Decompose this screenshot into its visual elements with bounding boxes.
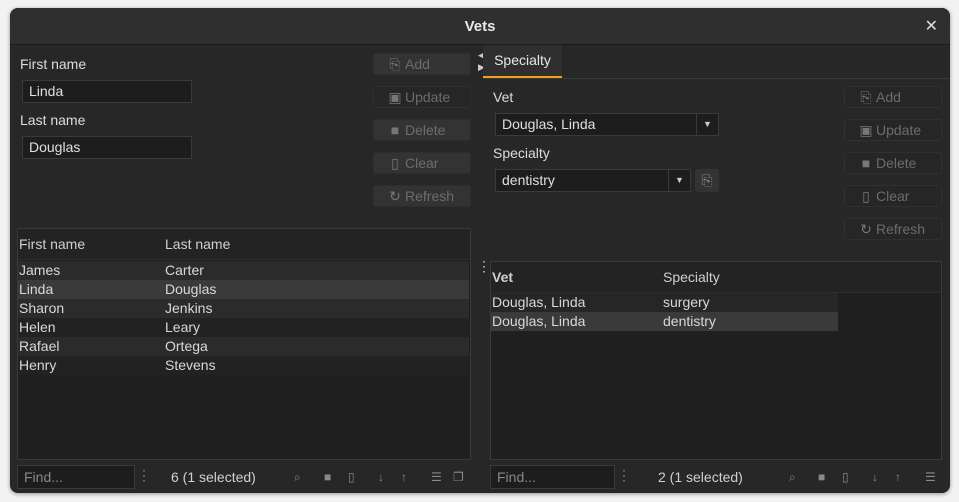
cell: surgery bbox=[663, 294, 710, 310]
table-row-selected[interactable]: Douglas, Linda dentistry bbox=[491, 312, 838, 331]
table-row[interactable]: Douglas, Linda surgery bbox=[491, 293, 838, 312]
left-row-count: 6 (1 selected) bbox=[171, 469, 256, 485]
save-icon: ▣ bbox=[388, 89, 402, 105]
file-icon[interactable]: ▯ bbox=[348, 470, 355, 484]
file-add-icon: ⎘ bbox=[701, 172, 713, 188]
list-icon[interactable]: ☰ bbox=[925, 470, 936, 484]
cell: Carter bbox=[165, 262, 204, 278]
splitter-handle-icon[interactable]: ⋮ bbox=[477, 258, 491, 275]
btn-label: Update bbox=[876, 122, 922, 138]
column-header-vet[interactable]: Vet bbox=[492, 262, 513, 293]
btn-label: Refresh bbox=[405, 188, 455, 204]
cell: Douglas bbox=[165, 281, 217, 297]
window-title: Vets bbox=[464, 18, 496, 35]
last-name-label: Last name bbox=[20, 112, 86, 128]
table-row[interactable]: James Carter bbox=[18, 261, 469, 280]
file-icon[interactable]: ▯ bbox=[842, 470, 849, 484]
close-icon[interactable]: ✕ bbox=[925, 8, 938, 45]
refresh-icon: ↻ bbox=[389, 188, 401, 204]
trash-icon[interactable]: ■ bbox=[818, 470, 825, 484]
table-row[interactable]: Helen Leary bbox=[18, 318, 469, 337]
arrow-down-icon[interactable]: ↓ bbox=[872, 470, 878, 484]
cell: Jenkins bbox=[165, 300, 213, 316]
cell: Stevens bbox=[165, 357, 216, 373]
cell: Henry bbox=[19, 357, 57, 373]
first-name-field[interactable]: Linda bbox=[22, 80, 192, 103]
file-add-icon: ⎘ bbox=[860, 89, 872, 105]
menu-dots-icon[interactable]: ⋮ bbox=[617, 467, 631, 484]
vet-label: Vet bbox=[493, 89, 514, 105]
right-clear-button[interactable]: ▯ Clear bbox=[844, 185, 942, 207]
cell: Linda bbox=[19, 281, 54, 297]
right-delete-button[interactable]: ■ Delete bbox=[844, 152, 942, 174]
cell: Helen bbox=[19, 319, 56, 335]
left-add-button[interactable]: ⎘ Add bbox=[373, 53, 471, 75]
table-row[interactable]: Sharon Jenkins bbox=[18, 299, 469, 318]
table-row[interactable]: Henry Stevens bbox=[18, 356, 469, 375]
search-icon[interactable]: ⌕ bbox=[789, 470, 796, 485]
first-name-label: First name bbox=[20, 56, 87, 72]
chevron-down-icon[interactable]: ▼ bbox=[696, 114, 718, 135]
file-icon: ▯ bbox=[391, 155, 399, 171]
save-icon: ▣ bbox=[859, 122, 873, 138]
last-name-field[interactable]: Douglas bbox=[22, 136, 192, 159]
table-row[interactable]: Rafael Ortega bbox=[18, 337, 469, 356]
right-row-count: 2 (1 selected) bbox=[658, 469, 743, 485]
file-icon: ▯ bbox=[862, 188, 870, 204]
specialty-label: Specialty bbox=[493, 145, 550, 161]
vet-specialty-table[interactable]: Vet Specialty Douglas, Linda surgery Doug… bbox=[490, 261, 942, 460]
list-icon[interactable]: ☰ bbox=[431, 470, 442, 484]
tab-specialty[interactable]: Specialty bbox=[483, 45, 562, 78]
left-delete-button[interactable]: ■ Delete bbox=[373, 119, 471, 141]
btn-label: Add bbox=[876, 89, 901, 105]
cell: Douglas, Linda bbox=[492, 294, 586, 310]
btn-label: Update bbox=[405, 89, 451, 105]
cell: dentistry bbox=[663, 313, 716, 329]
vets-table[interactable]: First name Last name James Carter Linda Do… bbox=[17, 228, 471, 460]
menu-dots-icon[interactable]: ⋮ bbox=[137, 467, 151, 484]
cell: Sharon bbox=[19, 300, 65, 316]
btn-label: Delete bbox=[876, 155, 917, 171]
vet-select[interactable]: Douglas, Linda ▼ bbox=[495, 113, 719, 136]
right-refresh-button[interactable]: ↻ Refresh bbox=[844, 218, 942, 240]
right-add-button[interactable]: ⎘ Add bbox=[844, 86, 942, 108]
chevron-down-icon[interactable]: ▼ bbox=[668, 170, 690, 191]
arrow-up-icon[interactable]: ↑ bbox=[895, 470, 901, 484]
search-icon[interactable]: ⌕ bbox=[294, 470, 301, 485]
cell: James bbox=[19, 262, 61, 278]
column-header-last-name[interactable]: Last name bbox=[165, 229, 230, 260]
left-update-button[interactable]: ▣ Update bbox=[373, 86, 471, 108]
refresh-icon: ↻ bbox=[860, 221, 872, 237]
btn-label: Clear bbox=[405, 155, 439, 171]
file-add-icon: ⎘ bbox=[389, 56, 401, 72]
btn-label: Add bbox=[405, 56, 430, 72]
vets-window: Vets ✕ First name Linda Last name Dougla… bbox=[10, 8, 950, 493]
arrow-down-icon[interactable]: ↓ bbox=[378, 470, 384, 484]
right-update-button[interactable]: ▣ Update bbox=[844, 119, 942, 141]
cell: Ortega bbox=[165, 338, 208, 354]
left-find-input[interactable]: Find... bbox=[17, 465, 135, 489]
left-clear-button[interactable]: ▯ Clear bbox=[373, 152, 471, 174]
add-specialty-button[interactable]: ⎘ bbox=[695, 169, 719, 192]
cell: Leary bbox=[165, 319, 201, 335]
specialty-select-value: dentistry bbox=[502, 172, 555, 188]
copy-icon[interactable]: ❐ bbox=[453, 470, 464, 484]
column-header-specialty[interactable]: Specialty bbox=[663, 262, 720, 293]
table-row-selected[interactable]: Linda Douglas bbox=[18, 280, 469, 299]
btn-label: Refresh bbox=[876, 221, 926, 237]
column-header-first-name[interactable]: First name bbox=[19, 229, 85, 260]
cell: Rafael bbox=[19, 338, 60, 354]
cell: Douglas, Linda bbox=[492, 313, 586, 329]
title-bar: Vets ✕ bbox=[10, 8, 950, 45]
btn-label: Clear bbox=[876, 188, 910, 204]
specialty-select[interactable]: dentistry ▼ bbox=[495, 169, 691, 192]
arrow-up-icon[interactable]: ↑ bbox=[401, 470, 407, 484]
vet-select-value: Douglas, Linda bbox=[502, 116, 596, 132]
btn-label: Delete bbox=[405, 122, 446, 138]
right-find-input[interactable]: Find... bbox=[490, 465, 615, 489]
trash-icon[interactable]: ■ bbox=[324, 470, 331, 484]
trash-icon: ■ bbox=[861, 155, 871, 171]
left-refresh-button[interactable]: ↻ Refresh bbox=[373, 185, 471, 207]
trash-icon: ■ bbox=[390, 122, 400, 138]
